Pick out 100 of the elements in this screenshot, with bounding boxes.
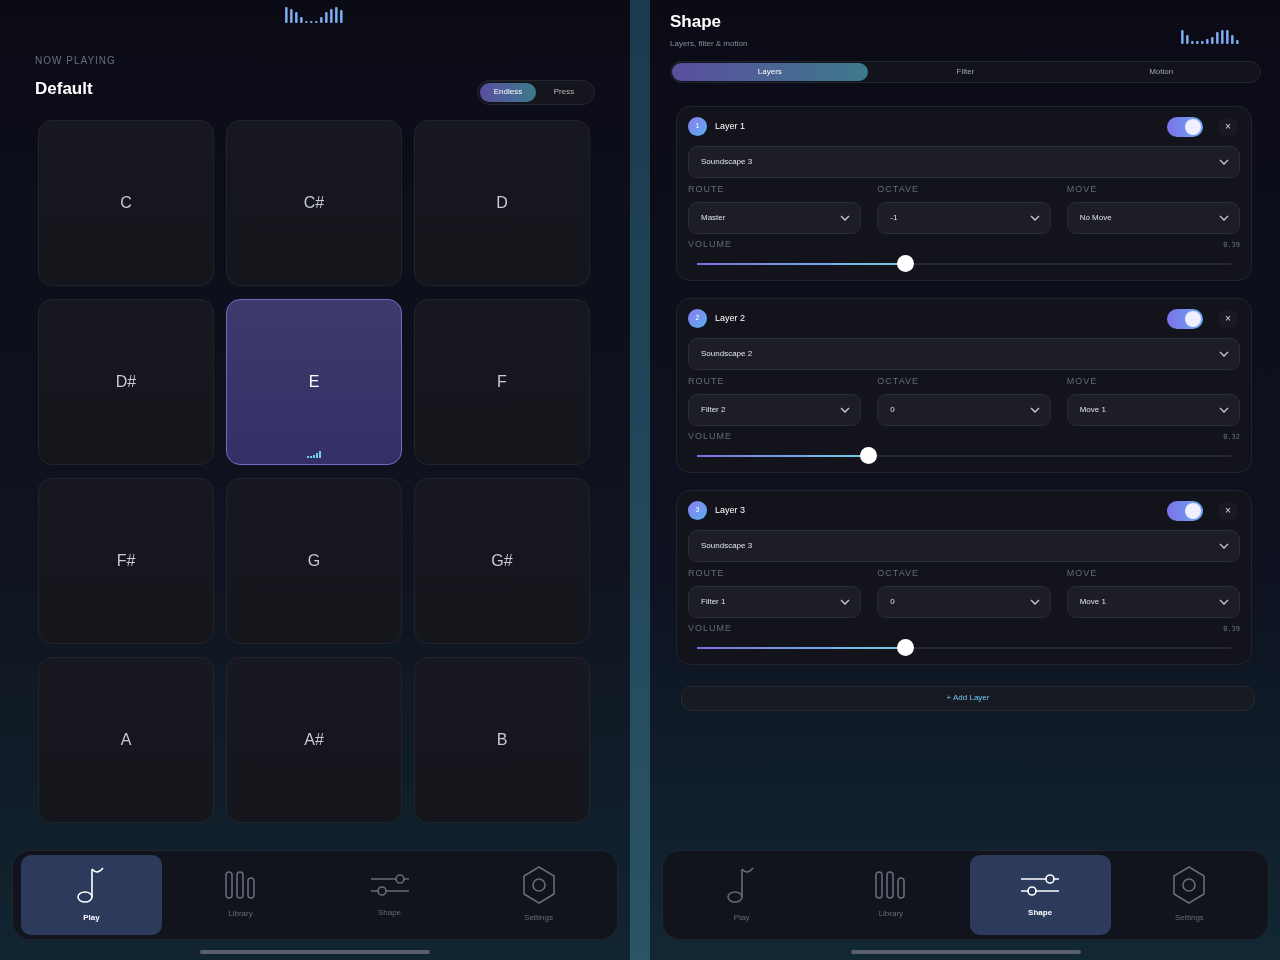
move-dropdown[interactable]: No Move xyxy=(1066,202,1240,234)
sound-dropdown[interactable]: Soundscape 3 xyxy=(688,145,1240,178)
dropdown-value: Soundscape 3 xyxy=(701,539,753,552)
sound-dropdown[interactable]: Soundscape 2 xyxy=(688,337,1240,370)
move-dropdown[interactable]: Move 1 xyxy=(1066,394,1240,426)
segment-tab[interactable]: Filter xyxy=(867,62,1064,81)
now-playing-label: NOW PLAYING xyxy=(35,54,116,68)
dropdown-value: Move 1 xyxy=(1079,596,1106,608)
sliders-icon xyxy=(1021,871,1060,899)
tab-bar-label: Settings xyxy=(524,912,553,924)
note-pad[interactable]: D xyxy=(414,119,590,286)
note-pad[interactable]: C xyxy=(38,119,214,286)
tab-bar-label: Shape xyxy=(1028,907,1053,919)
level-meter-icon xyxy=(307,450,321,458)
sound-dropdown[interactable]: Soundscape 3 xyxy=(688,529,1240,562)
dropdown-value: Move 1 xyxy=(1079,404,1106,416)
tab-bar-item[interactable]: Shape xyxy=(969,855,1111,935)
tab-bar-label: Library xyxy=(878,908,904,920)
dropdown-value: Master xyxy=(701,212,726,224)
chevron-down-icon xyxy=(840,215,851,221)
slider-thumb[interactable] xyxy=(897,638,915,656)
note-pad[interactable]: G# xyxy=(414,477,590,644)
note-pad[interactable]: A xyxy=(38,656,214,823)
tab-bar-item[interactable]: Play xyxy=(671,855,813,935)
route-dropdown[interactable]: Master xyxy=(688,202,862,234)
dropdown-value: Soundscape 3 xyxy=(701,155,753,168)
preset-title: Default xyxy=(35,78,94,100)
slider-thumb[interactable] xyxy=(859,446,877,464)
field-label: OCTAVE xyxy=(877,182,920,196)
note-pad[interactable]: F# xyxy=(38,477,214,644)
layer-toggle[interactable] xyxy=(1167,308,1203,329)
field-label: ROUTE xyxy=(688,374,726,388)
panel-title: Shape xyxy=(670,11,723,33)
note-pad[interactable]: F xyxy=(414,298,590,465)
waveform-icon xyxy=(285,5,345,23)
chevron-down-icon xyxy=(1219,599,1229,605)
route-dropdown[interactable]: Filter 2 xyxy=(688,394,862,426)
slider-thumb[interactable] xyxy=(897,254,915,272)
dropdown-value: Filter 1 xyxy=(701,596,726,608)
layer-toggle[interactable] xyxy=(1167,500,1203,521)
chevron-down-icon xyxy=(1219,158,1229,165)
mode-option[interactable]: Endless xyxy=(480,82,536,102)
tab-bar-item[interactable]: Library xyxy=(820,855,962,935)
layer-name: Layer 2 xyxy=(715,311,746,325)
sliders-icon xyxy=(370,871,409,899)
field-label: OCTAVE xyxy=(877,374,920,388)
chevron-down-icon xyxy=(1029,407,1040,413)
tab-bar-label: Shape xyxy=(377,907,402,919)
field-label: VOLUME xyxy=(688,430,732,443)
settings-icon xyxy=(521,866,556,904)
tab-bar-label: Library xyxy=(228,908,253,920)
dropdown-value: Filter 2 xyxy=(701,404,726,416)
library-icon xyxy=(874,870,907,900)
segment-tab[interactable]: Motion xyxy=(1063,62,1259,81)
layer-name: Layer 1 xyxy=(715,119,746,133)
remove-layer-button[interactable]: × xyxy=(1218,116,1238,137)
dropdown-value: 0 xyxy=(890,596,895,608)
dropdown-value: 0 xyxy=(890,404,895,416)
tab-bar-item[interactable]: Library xyxy=(170,855,311,935)
chevron-down-icon xyxy=(1029,215,1040,221)
tab-bar-item[interactable]: Settings xyxy=(468,855,609,935)
tab-bar-item[interactable]: Settings xyxy=(1118,855,1260,935)
octave-dropdown[interactable]: 0 xyxy=(877,394,1051,426)
tab-bar-label: Settings xyxy=(1174,912,1204,924)
octave-dropdown[interactable]: 0 xyxy=(877,586,1051,618)
segment-tab[interactable]: Layers xyxy=(672,62,868,81)
note-pad[interactable]: D# xyxy=(38,298,214,465)
add-layer-button[interactable]: + Add Layer xyxy=(681,685,1255,711)
dropdown-value: Soundscape 2 xyxy=(701,347,753,360)
chevron-down-icon xyxy=(1219,542,1229,549)
route-dropdown[interactable]: Filter 1 xyxy=(688,586,862,618)
note-pad[interactable]: G xyxy=(226,477,402,644)
field-label: OCTAVE xyxy=(877,566,920,580)
field-label: MOVE xyxy=(1066,566,1099,580)
field-label: ROUTE xyxy=(688,182,726,196)
chevron-down-icon xyxy=(840,407,851,413)
dropdown-value: -1 xyxy=(890,212,898,224)
chevron-down-icon xyxy=(1219,350,1229,357)
dropdown-value: No Move xyxy=(1079,212,1112,224)
field-label: MOVE xyxy=(1066,374,1099,388)
settings-icon xyxy=(1172,866,1207,904)
note-pad[interactable]: E xyxy=(226,298,402,465)
octave-dropdown[interactable]: -1 xyxy=(877,202,1051,234)
field-label: VOLUME xyxy=(688,238,732,251)
panel-subtitle: Layers, filter & motion xyxy=(670,37,748,50)
tab-bar-item[interactable]: Play xyxy=(21,855,162,935)
move-dropdown[interactable]: Move 1 xyxy=(1066,586,1240,618)
note-pad[interactable]: B xyxy=(414,656,590,823)
remove-layer-button[interactable]: × xyxy=(1218,500,1238,521)
field-label: MOVE xyxy=(1066,182,1099,196)
layer-name: Layer 3 xyxy=(715,503,746,517)
layer-toggle[interactable] xyxy=(1167,116,1203,137)
mode-option[interactable]: Press xyxy=(536,82,592,102)
library-icon xyxy=(224,870,257,900)
field-label: VOLUME xyxy=(688,622,732,635)
remove-layer-button[interactable]: × xyxy=(1218,308,1238,329)
note-pad[interactable]: C# xyxy=(226,119,402,286)
note-pad[interactable]: A# xyxy=(226,656,402,823)
tab-bar-label: Play xyxy=(733,912,750,924)
tab-bar-item[interactable]: Shape xyxy=(319,855,460,935)
